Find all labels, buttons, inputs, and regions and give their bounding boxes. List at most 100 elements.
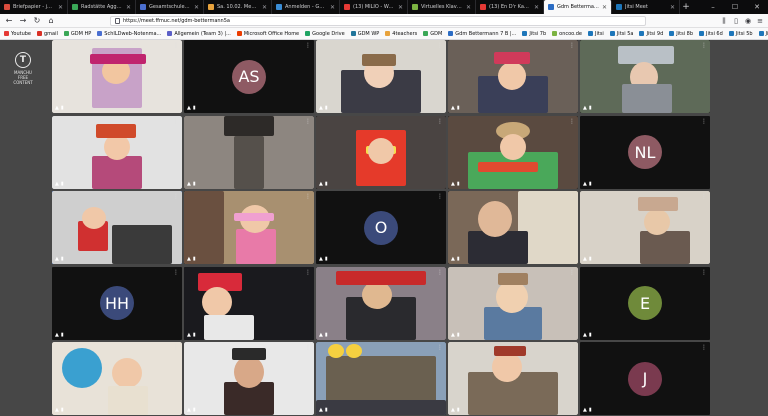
bookmark-item[interactable]: Jitsi 8b <box>669 31 693 37</box>
tile-menu-icon[interactable]: ⋮ <box>701 193 707 200</box>
bookmark-item[interactable]: GDM HP <box>63 31 91 37</box>
tile-menu-icon[interactable]: ⋮ <box>569 118 575 125</box>
tile-menu-icon[interactable]: ⋮ <box>173 42 179 49</box>
bookmark-item[interactable]: Jitsi 5a <box>609 31 633 37</box>
browser-tab[interactable]: Sa. 10.02. Meet th...✕ <box>204 0 272 14</box>
bookmark-item[interactable]: oncoo.de <box>552 31 582 37</box>
participant-tile[interactable]: ▲ ▮ ⋮ <box>580 40 710 113</box>
participant-tile[interactable]: ▲ ▮ ⋮ <box>184 266 314 340</box>
participant-tile[interactable]: ▲ ▮ ⋮ <box>52 342 182 415</box>
close-tab-icon[interactable]: ✕ <box>398 4 403 11</box>
browser-tab[interactable]: Gesamtschule Dellbrück✕ <box>136 0 204 14</box>
bookmark-item[interactable]: GDM <box>423 31 442 37</box>
participant-tile[interactable]: ▲ ▮ ⋮ <box>448 191 578 264</box>
bookmark-item[interactable]: Jitsi 6d <box>699 31 723 37</box>
tile-menu-icon[interactable]: ⋮ <box>569 269 575 276</box>
bookmark-item[interactable]: Youtube <box>4 31 31 37</box>
close-tab-icon[interactable]: ✕ <box>466 4 471 11</box>
participant-tile[interactable]: ▲ ▮ ⋮ <box>52 191 182 264</box>
bookmark-item[interactable]: Jitsi <box>588 31 604 37</box>
participant-tile[interactable]: ▲ ▮ ⋮ <box>184 342 314 415</box>
new-tab-icon[interactable]: + <box>680 0 692 14</box>
participant-tile[interactable]: NL ▲ ▮ ⋮ <box>580 115 710 189</box>
participant-tile[interactable]: ▲ ▮ ⋮ <box>316 40 446 113</box>
close-tab-icon[interactable]: ✕ <box>670 4 675 11</box>
tile-menu-icon[interactable]: ⋮ <box>305 42 311 49</box>
close-tab-icon[interactable]: ✕ <box>534 4 539 11</box>
tile-menu-icon[interactable]: ⋮ <box>173 118 179 125</box>
tile-menu-icon[interactable]: ⋮ <box>437 344 443 351</box>
tile-menu-icon[interactable]: ⋮ <box>437 42 443 49</box>
browser-tab[interactable]: Anmelden - Gesamtsch.✕ <box>272 0 340 14</box>
bookmark-item[interactable]: Microsoft Office Home <box>236 31 299 37</box>
bookmark-item[interactable]: Jitsi 5b <box>728 31 753 37</box>
participant-tile[interactable]: ▲ ▮ ⋮ <box>52 40 182 113</box>
participant-tile[interactable]: ▲ ▮ ⋮ <box>448 266 578 340</box>
participant-tile[interactable]: ▲ ▮ ⋮ <box>448 40 578 113</box>
tile-menu-icon[interactable]: ⋮ <box>305 193 311 200</box>
minimize-icon[interactable]: – <box>702 0 724 14</box>
close-tab-icon[interactable]: ✕ <box>194 4 199 11</box>
browser-tab[interactable]: Virtuelles Klavier - ...✕ <box>408 0 476 14</box>
account-icon[interactable]: ◉ <box>744 17 752 25</box>
participant-tile[interactable]: E ▲ ▮ ⋮ <box>580 266 710 340</box>
tile-menu-icon[interactable]: ⋮ <box>701 118 707 125</box>
close-window-icon[interactable]: ✕ <box>746 0 768 14</box>
tile-menu-icon[interactable]: ⋮ <box>437 118 443 125</box>
home-icon[interactable]: ⌂ <box>46 16 56 26</box>
jitsi-watermark[interactable]: T MANCHU FREE CONTENT <box>8 52 38 85</box>
participant-tile[interactable]: ▲ ▮ ⋮ <box>316 266 446 340</box>
tile-menu-icon[interactable]: ⋮ <box>305 269 311 276</box>
bookmark-item[interactable]: gmail <box>37 31 58 37</box>
tile-menu-icon[interactable]: ⋮ <box>569 344 575 351</box>
bookmark-item[interactable]: Jitsi 7c <box>758 31 768 37</box>
forward-icon[interactable]: → <box>18 16 28 26</box>
tile-menu-icon[interactable]: ⋮ <box>569 42 575 49</box>
menu-icon[interactable]: ≡ <box>756 17 764 25</box>
participant-tile[interactable]: J ▲ ▮ ⋮ <box>580 342 710 415</box>
participant-tile[interactable]: AS ▲ ▮ ⋮ <box>184 40 314 113</box>
participant-tile[interactable]: ▲ ▮ ⋮ <box>184 191 314 264</box>
browser-tab[interactable]: (13) MILIO - Wolke...✕ <box>340 0 408 14</box>
tile-menu-icon[interactable]: ⋮ <box>701 42 707 49</box>
tile-menu-icon[interactable]: ⋮ <box>305 344 311 351</box>
bookmark-item[interactable]: 4teachers <box>385 31 417 37</box>
participant-tile[interactable]: ▲ ▮ ⋮ <box>580 191 710 264</box>
bookmark-item[interactable]: Jitsi 7b <box>522 31 546 37</box>
tile-menu-icon[interactable]: ⋮ <box>173 269 179 276</box>
browser-tab[interactable]: Briefpapier - joachim✕ <box>0 0 68 14</box>
close-tab-icon[interactable]: ✕ <box>58 4 63 11</box>
back-icon[interactable]: ← <box>4 16 14 26</box>
participant-tile[interactable]: ▲ ▮ ⋮ <box>448 115 578 189</box>
participant-tile[interactable]: ▲ ▮ ⋮ <box>184 115 314 189</box>
browser-tab[interactable]: (13) En D'r Kayjass✕ <box>476 0 544 14</box>
browser-tab[interactable]: Radstätte Aggertal✕ <box>68 0 136 14</box>
participant-tile[interactable]: HH ▲ ▮ ⋮ <box>52 266 182 340</box>
participant-tile[interactable]: ▲ ▮ ⋮ <box>448 342 578 415</box>
bookmark-item[interactable]: Allgemein (Team 3) |... <box>167 31 231 37</box>
tile-menu-icon[interactable]: ⋮ <box>701 344 707 351</box>
tile-menu-icon[interactable]: ⋮ <box>569 193 575 200</box>
participant-tile[interactable]: O ▲ ▮ ⋮ <box>316 191 446 264</box>
bookmark-item[interactable]: Gdm Bettermann 7 B |... <box>448 31 516 37</box>
browser-tab[interactable]: Jitsi Meet ✕ <box>612 0 680 14</box>
browser-tab[interactable]: Gdm Betterman... ✕ <box>544 0 612 14</box>
close-tab-icon[interactable]: ✕ <box>602 4 607 11</box>
tile-menu-icon[interactable]: ⋮ <box>437 269 443 276</box>
url-bar[interactable]: https://meet.ffmuc.net/gdm-bettermann5a <box>110 15 646 26</box>
bookmark-item[interactable]: Jitsi 9d <box>639 31 663 37</box>
participant-tile[interactable]: ▲ ▮ ⋮ <box>316 342 446 415</box>
sidebar-icon[interactable]: ▯ <box>732 17 740 25</box>
close-tab-icon[interactable]: ✕ <box>262 4 267 11</box>
maximize-icon[interactable]: ☐ <box>724 0 746 14</box>
reload-icon[interactable]: ↻ <box>32 16 42 26</box>
tile-menu-icon[interactable]: ⋮ <box>173 193 179 200</box>
library-icon[interactable]: ⫼ <box>720 17 728 25</box>
tile-menu-icon[interactable]: ⋮ <box>173 344 179 351</box>
participant-tile[interactable]: ▲ ▮ ⋮ <box>316 115 446 189</box>
bookmark-item[interactable]: SchILDweb-Notenma... <box>97 31 161 37</box>
bookmark-item[interactable]: Google Drive <box>305 31 345 37</box>
close-tab-icon[interactable]: ✕ <box>330 4 335 11</box>
tile-menu-icon[interactable]: ⋮ <box>305 118 311 125</box>
close-tab-icon[interactable]: ✕ <box>126 4 131 11</box>
